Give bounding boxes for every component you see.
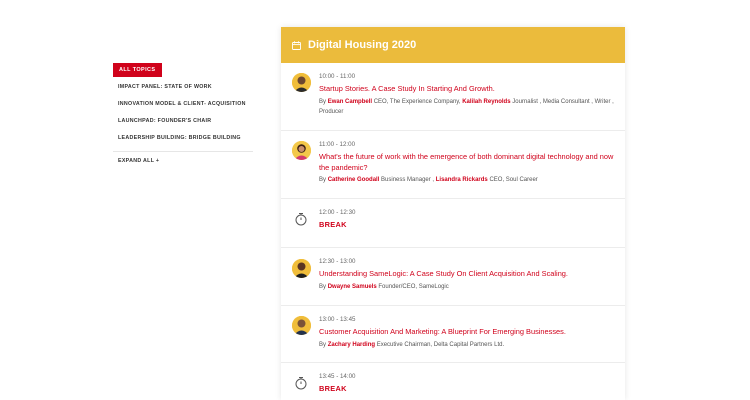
stopwatch-icon (295, 213, 307, 226)
speaker-role: CEO, The Experience Company, (373, 98, 461, 105)
session-speakers: By Catherine Goodall Business Manager , … (319, 175, 615, 185)
session-time: 12:00 - 12:30 (319, 209, 356, 216)
speaker-name[interactable]: Dwayne Samuels (328, 284, 377, 290)
session-speakers: By Ewan Campbell CEO, The Experience Com… (319, 97, 615, 117)
session-title[interactable]: Understanding SameLogic: A Case Study On… (319, 269, 615, 280)
session-title[interactable]: Startup Stories. A Case Study In Startin… (319, 84, 615, 95)
break-row: 12:00 - 12:30 BREAK (281, 199, 625, 248)
schedule-header[interactable]: Digital Housing 2020 (281, 27, 625, 63)
schedule-panel: Digital Housing 2020 10:00 - 11:00 Start… (281, 27, 625, 400)
expand-all-button[interactable]: EXPAND ALL + (118, 158, 258, 164)
speaker-avatar (292, 316, 311, 335)
by-label: By (319, 98, 327, 105)
speaker-role: CEO, Soul Career (489, 177, 538, 183)
speaker-avatar (292, 73, 311, 92)
calendar-icon (292, 40, 301, 50)
speaker-role: Founder/CEO, SameLogic (378, 283, 449, 290)
session-time: 13:00 - 13:45 (319, 316, 356, 323)
session-speakers: By Dwayne Samuels Founder/CEO, SameLogic (319, 282, 615, 292)
session-row: 13:00 - 13:45 Customer Acquisition And M… (281, 306, 625, 363)
break-label: BREAK (319, 220, 347, 229)
topic-launchpad[interactable]: LAUNCHPAD: FOUNDER'S CHAIR (118, 113, 258, 130)
session-row: 12:30 - 13:00 Understanding SameLogic: A… (281, 248, 625, 306)
speaker-name[interactable]: Kalilah Reynolds (462, 99, 510, 105)
speaker-role: Executive Chairman, Delta Capital Partne… (376, 341, 505, 348)
topic-list: IMPACT PANEL: STATE OF WORK INNOVATION M… (113, 79, 258, 147)
session-time: 11:00 - 12:00 (319, 141, 356, 148)
speaker-name[interactable]: Lisandra Rickards (436, 177, 488, 183)
session-title[interactable]: What's the future of work with the emerg… (319, 152, 615, 173)
speaker-avatar (292, 259, 311, 278)
schedule-title: Digital Housing 2020 (308, 39, 417, 51)
session-time: 10:00 - 11:00 (319, 73, 356, 80)
by-label: By (319, 341, 327, 348)
speaker-name[interactable]: Ewan Campbell (328, 99, 372, 105)
break-label: BREAK (319, 384, 347, 393)
speaker-role: Business Manager , (381, 177, 435, 183)
sidebar-divider (113, 151, 253, 152)
topic-innovation-model[interactable]: INNOVATION MODEL & CLIENT- ACQUISITION (118, 96, 258, 113)
stopwatch-icon (295, 377, 307, 390)
session-time: 12:30 - 13:00 (319, 258, 356, 265)
session-row: 10:00 - 11:00 Startup Stories. A Case St… (281, 63, 625, 131)
session-speakers: By Zachary Harding Executive Chairman, D… (319, 340, 615, 350)
by-label: By (319, 283, 327, 290)
speaker-avatar (292, 141, 311, 160)
session-row: 11:00 - 12:00 What's the future of work … (281, 131, 625, 199)
speaker-name[interactable]: Catherine Goodall (328, 177, 380, 183)
speaker-name[interactable]: Zachary Harding (328, 342, 375, 348)
session-title[interactable]: Customer Acquisition And Marketing: A Bl… (319, 327, 615, 338)
break-row: 13:45 - 14:00 BREAK (281, 363, 625, 400)
topic-all-topics[interactable]: ALL TOPICS (113, 63, 162, 77)
topics-sidebar: ALL TOPICS IMPACT PANEL: STATE OF WORK I… (113, 58, 258, 164)
topic-impact-panel[interactable]: IMPACT PANEL: STATE OF WORK (118, 79, 258, 96)
topic-leadership-building[interactable]: LEADERSHIP BUILDING: BRIDGE BUILDING (118, 130, 258, 147)
session-time: 13:45 - 14:00 (319, 373, 356, 380)
by-label: By (319, 177, 327, 183)
